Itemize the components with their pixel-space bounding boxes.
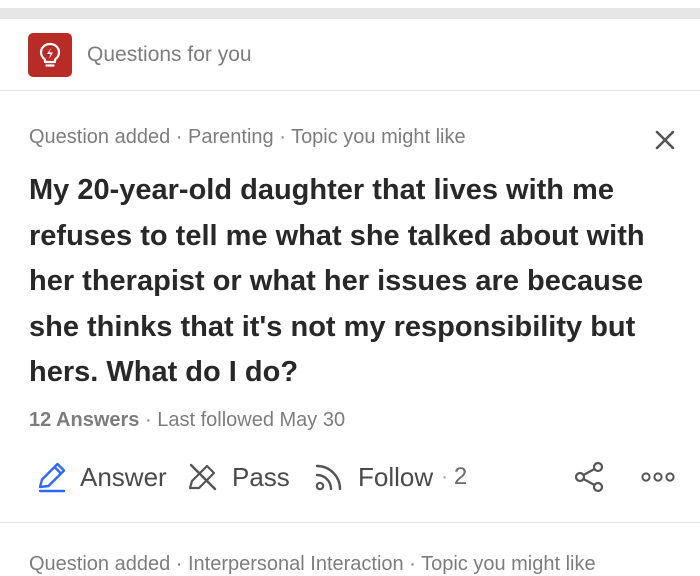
meta-reason: Topic you might like (291, 126, 466, 148)
close-icon (655, 130, 675, 150)
follow-label: Follow (358, 461, 434, 492)
lightbulb-icon (28, 33, 72, 77)
answer-label: Answer (80, 461, 167, 492)
question-title[interactable]: My 20-year-old daughter that lives with … (29, 168, 679, 396)
question-meta: Question added · Parenting · Topic you m… (29, 126, 466, 149)
more-options-button[interactable] (638, 462, 678, 492)
follow-separator: · (441, 465, 448, 488)
section-title: Questions for you (87, 43, 252, 66)
action-bar: Answer Pass Follow · 2 (0, 454, 700, 500)
last-followed: Last followed May 30 (157, 409, 346, 431)
stats-separator: · (139, 409, 158, 431)
pass-icon (188, 463, 217, 491)
pass-label: Pass (232, 461, 290, 492)
question-stats: 12 Answers · Last followed May 30 (29, 409, 345, 432)
more-horizontal-icon (641, 472, 675, 482)
pass-button[interactable]: Pass (186, 460, 290, 494)
share-button[interactable] (572, 460, 606, 494)
meta-type: Question added (29, 126, 171, 148)
top-separator (0, 0, 700, 20)
dismiss-button[interactable] (650, 125, 680, 155)
rss-follow-icon (315, 464, 342, 491)
topic-link[interactable]: Parenting (188, 126, 274, 148)
answers-count-link[interactable]: 12 Answers (29, 409, 139, 431)
meta-separator: · (273, 126, 292, 148)
card-divider (0, 522, 700, 523)
follow-button[interactable]: Follow · 2 (312, 460, 467, 494)
share-icon (574, 461, 604, 493)
meta-separator: · (170, 126, 189, 148)
pencil-icon (38, 462, 66, 493)
questions-for-you-header: Questions for you (0, 20, 700, 91)
follow-count: 2 (453, 463, 468, 490)
next-card-meta: Question added · Interpersonal Interacti… (29, 553, 596, 575)
question-card: Question added · Parenting · Topic you m… (0, 91, 700, 523)
answer-button[interactable]: Answer (34, 460, 167, 494)
